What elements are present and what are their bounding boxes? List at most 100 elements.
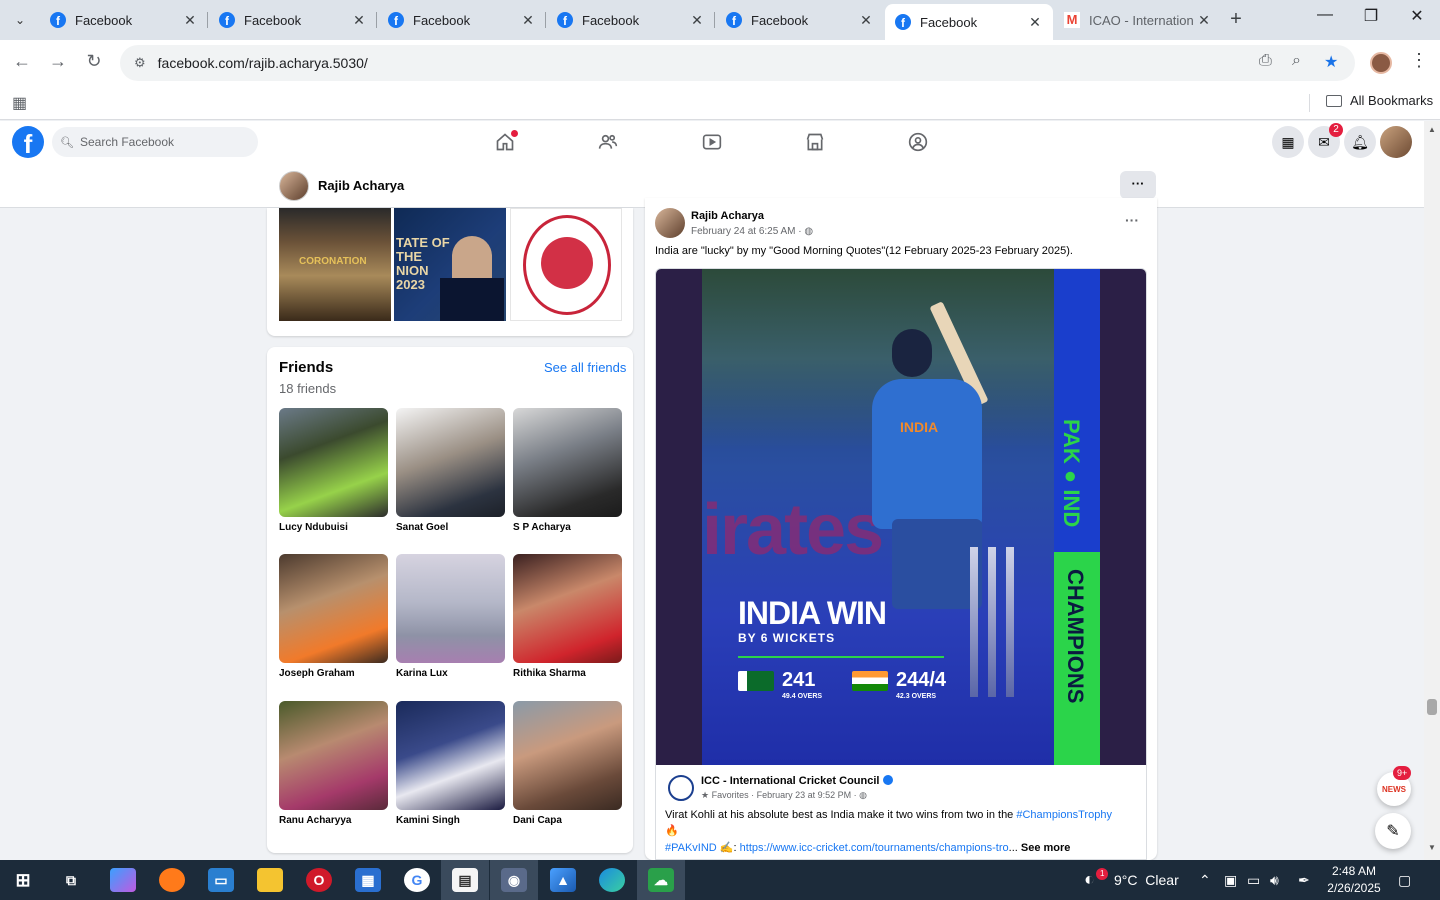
friend-tile[interactable]: Karina Lux bbox=[396, 554, 505, 679]
page-scrollbar[interactable]: ▲ ▼ bbox=[1424, 121, 1440, 860]
facebook-search-input[interactable]: 🔍︎ Search Facebook bbox=[52, 127, 258, 157]
close-tab-icon[interactable]: ✕ bbox=[351, 12, 367, 29]
friend-name[interactable]: Kamini Singh bbox=[396, 815, 505, 826]
browser-tab[interactable]: f Facebook ✕ bbox=[209, 4, 377, 36]
copilot-icon[interactable] bbox=[110, 868, 136, 892]
friend-name[interactable]: Joseph Graham bbox=[279, 668, 388, 679]
site-info-icon[interactable]: ⚙ bbox=[134, 55, 146, 71]
friend-photo[interactable] bbox=[396, 554, 505, 663]
shared-page-name[interactable]: ICC - International Cricket Council bbox=[701, 775, 879, 787]
notepad-icon[interactable]: ▤ bbox=[452, 868, 478, 892]
friend-tile[interactable]: S P Acharya bbox=[513, 408, 622, 533]
all-bookmarks-button[interactable]: All Bookmarks bbox=[1326, 93, 1433, 108]
volume-icon[interactable]: 🔊︎ bbox=[1270, 872, 1279, 889]
minimize-icon[interactable]: — bbox=[1310, 6, 1340, 24]
weather-icon[interactable]: ◐ bbox=[1084, 869, 1095, 890]
video-icon[interactable] bbox=[700, 130, 724, 154]
back-icon[interactable]: ← bbox=[10, 51, 34, 72]
forward-icon[interactable]: → bbox=[46, 51, 70, 72]
chrome-icon[interactable]: G bbox=[404, 868, 430, 892]
show-hidden-icons-icon[interactable]: ⌃ bbox=[1199, 872, 1211, 889]
shared-post-image[interactable]: irates INDIA PAK ● IND CHAMPIONS INDIA W… bbox=[656, 269, 1146, 765]
microsoft-store-icon[interactable]: ▦ bbox=[355, 868, 381, 892]
network-icon[interactable]: ▭ bbox=[1247, 872, 1260, 889]
scroll-up-icon[interactable]: ▲ bbox=[1428, 125, 1436, 134]
friend-tile[interactable]: Ranu Acharyya bbox=[279, 701, 388, 826]
cloud-icon[interactable]: ☁ bbox=[648, 868, 674, 892]
close-tab-icon[interactable]: ✕ bbox=[182, 12, 198, 29]
hashtag-link[interactable]: #PAKvIND bbox=[665, 842, 717, 854]
browser-tab[interactable]: f Facebook ✕ bbox=[547, 4, 715, 36]
file-explorer-icon[interactable] bbox=[257, 868, 283, 892]
post-author-avatar[interactable] bbox=[655, 208, 685, 238]
browser-tab[interactable]: f Facebook ✕ bbox=[378, 4, 546, 36]
friend-photo[interactable] bbox=[513, 554, 622, 663]
bookmark-star-icon[interactable]: ★ bbox=[1324, 52, 1338, 72]
see-all-friends-link[interactable]: See all friends bbox=[544, 360, 626, 375]
scroll-down-icon[interactable]: ▼ bbox=[1428, 843, 1436, 852]
app-icon[interactable]: ◉ bbox=[501, 868, 527, 892]
profile-avatar-small[interactable] bbox=[279, 171, 309, 201]
friends-title[interactable]: Friends bbox=[279, 359, 333, 376]
browser-tab[interactable]: f Facebook ✕ bbox=[40, 4, 208, 36]
new-tab-button[interactable]: + bbox=[1224, 8, 1248, 31]
friend-name[interactable]: Dani Capa bbox=[513, 815, 622, 826]
friend-name[interactable]: Karina Lux bbox=[396, 668, 505, 679]
notifications-bell-icon[interactable]: 🔔︎ bbox=[1344, 126, 1376, 158]
shared-page-name-row[interactable]: ICC - International Cricket Council bbox=[701, 775, 894, 787]
browser-tab[interactable]: M ICAO - Internation ✕ bbox=[1054, 4, 1222, 36]
friend-tile[interactable]: Rithika Sharma bbox=[513, 554, 622, 679]
friend-photo[interactable] bbox=[279, 554, 388, 663]
profile-name[interactable]: Rajib Acharya bbox=[318, 178, 404, 193]
address-bar[interactable]: ⚙ facebook.com/rajib.acharya.5030/ bbox=[120, 45, 1355, 81]
scrollbar-thumb[interactable] bbox=[1427, 699, 1437, 715]
marketplace-icon[interactable] bbox=[803, 130, 827, 154]
account-avatar[interactable] bbox=[1380, 126, 1412, 158]
apps-grid-icon[interactable]: ▦ bbox=[12, 93, 27, 113]
friend-photo[interactable] bbox=[279, 408, 388, 517]
friends-icon[interactable] bbox=[596, 130, 620, 154]
friend-tile[interactable]: Sanat Goel bbox=[396, 408, 505, 533]
icc-logo[interactable] bbox=[668, 775, 694, 801]
friend-name[interactable]: Sanat Goel bbox=[396, 522, 505, 533]
opera-icon[interactable]: O bbox=[306, 868, 332, 892]
close-tab-icon[interactable]: ✕ bbox=[1027, 14, 1043, 31]
pen-icon[interactable]: ✒ bbox=[1298, 872, 1310, 889]
tab-search-button[interactable]: ⌄ bbox=[6, 6, 34, 34]
hashtag-link[interactable]: #ChampionsTrophy bbox=[1016, 809, 1112, 821]
close-tab-icon[interactable]: ✕ bbox=[520, 12, 536, 29]
groups-icon[interactable] bbox=[906, 130, 930, 154]
task-view-icon[interactable]: ⧉ bbox=[58, 868, 84, 892]
friend-tile[interactable]: Kamini Singh bbox=[396, 701, 505, 826]
notification-center-icon[interactable]: ▢ bbox=[1398, 872, 1411, 889]
friend-name[interactable]: Lucy Ndubuisi bbox=[279, 522, 388, 533]
browser-tab[interactable]: f Facebook ✕ bbox=[716, 4, 884, 36]
friend-name[interactable]: S P Acharya bbox=[513, 522, 622, 533]
close-tab-icon[interactable]: ✕ bbox=[858, 12, 874, 29]
facebook-logo[interactable]: f bbox=[12, 126, 44, 158]
restore-icon[interactable]: ❐ bbox=[1356, 6, 1386, 26]
see-more-link[interactable]: See more bbox=[1021, 842, 1071, 854]
friend-tile[interactable]: Dani Capa bbox=[513, 701, 622, 826]
friend-photo[interactable] bbox=[396, 408, 505, 517]
close-window-icon[interactable]: ✕ bbox=[1402, 6, 1432, 26]
weather-text[interactable]: 9°C Clear bbox=[1114, 872, 1179, 888]
firefox-icon[interactable] bbox=[159, 868, 185, 892]
shared-post[interactable]: irates INDIA PAK ● IND CHAMPIONS INDIA W… bbox=[655, 268, 1147, 860]
friend-name[interactable]: Ranu Acharyya bbox=[279, 815, 388, 826]
friend-tile[interactable]: Lucy Ndubuisi bbox=[279, 408, 388, 533]
compose-message-icon[interactable]: ✎ bbox=[1375, 813, 1411, 849]
photos-icon[interactable]: ▲ bbox=[550, 868, 576, 892]
friend-photo[interactable] bbox=[279, 701, 388, 810]
post-author-name[interactable]: Rajib Acharya bbox=[691, 210, 764, 222]
external-link[interactable]: https://www.icc-cricket.com/tournaments/… bbox=[740, 842, 1009, 854]
profile-more-button[interactable]: ··· bbox=[1120, 171, 1156, 199]
close-tab-icon[interactable]: ✕ bbox=[1196, 12, 1212, 29]
friend-photo[interactable] bbox=[396, 701, 505, 810]
friend-photo[interactable] bbox=[513, 701, 622, 810]
meet-icon[interactable]: ▣ bbox=[1224, 872, 1237, 889]
taskbar-clock[interactable]: 2:48 AM 2/26/2025 bbox=[1322, 863, 1386, 897]
friend-photo[interactable] bbox=[513, 408, 622, 517]
browser-tab-active[interactable]: f Facebook ✕ bbox=[885, 4, 1053, 40]
close-tab-icon[interactable]: ✕ bbox=[689, 12, 705, 29]
